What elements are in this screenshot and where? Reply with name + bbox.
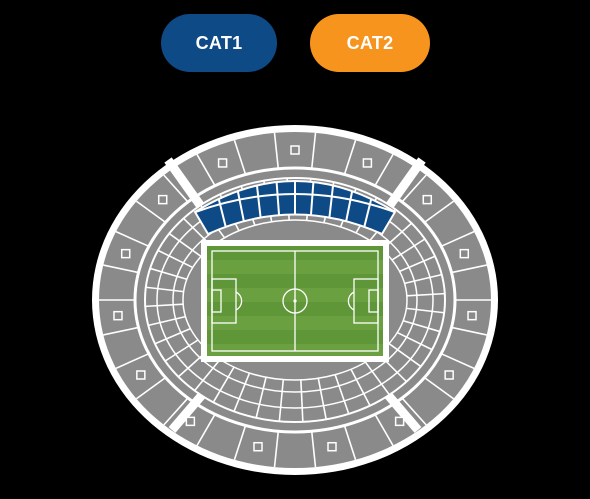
entrance-marker xyxy=(217,158,228,168)
entrance-marker xyxy=(327,441,337,452)
entrance-marker xyxy=(444,370,454,380)
entrance-marker xyxy=(394,416,405,427)
entrance-marker xyxy=(459,248,470,259)
entrance-marker xyxy=(290,145,300,155)
stadium-map xyxy=(92,125,498,475)
entrance-marker xyxy=(185,416,196,427)
entrance-marker xyxy=(253,441,263,452)
entrance-marker xyxy=(422,194,433,205)
entrance-marker xyxy=(113,310,123,321)
entrance-marker xyxy=(120,248,131,259)
entrance-marker xyxy=(467,310,477,321)
entrance-marker xyxy=(362,158,373,168)
entrance-marker xyxy=(136,370,146,380)
pitch xyxy=(207,246,383,356)
entrance-marker xyxy=(157,194,168,205)
